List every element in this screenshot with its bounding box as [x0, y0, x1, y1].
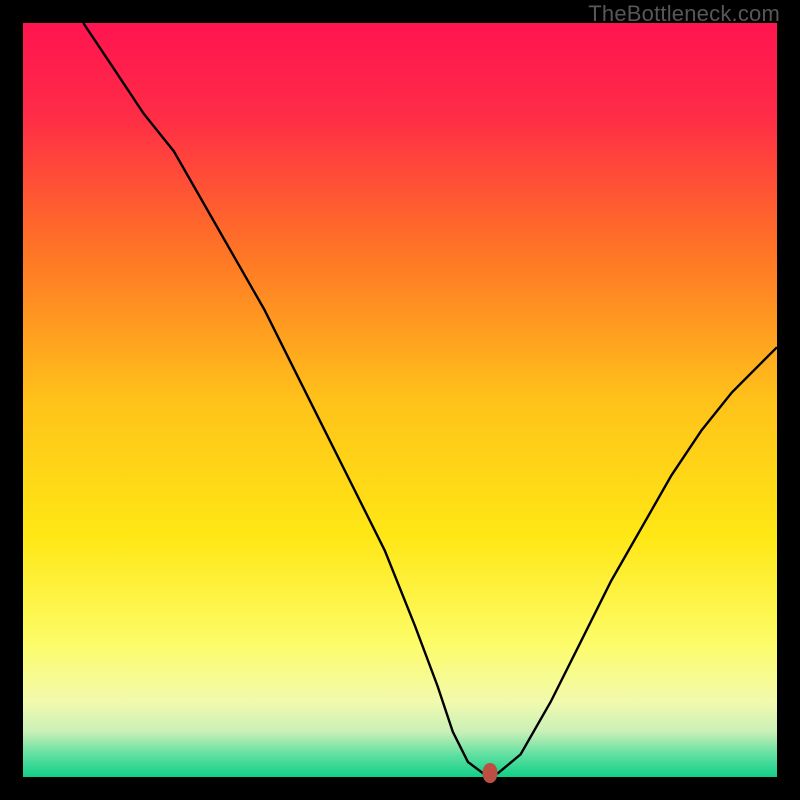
optimal-marker — [483, 763, 498, 783]
gradient-plot-area — [23, 23, 777, 777]
chart-frame: TheBottleneck.com — [0, 0, 800, 800]
watermark-text: TheBottleneck.com — [588, 1, 780, 27]
